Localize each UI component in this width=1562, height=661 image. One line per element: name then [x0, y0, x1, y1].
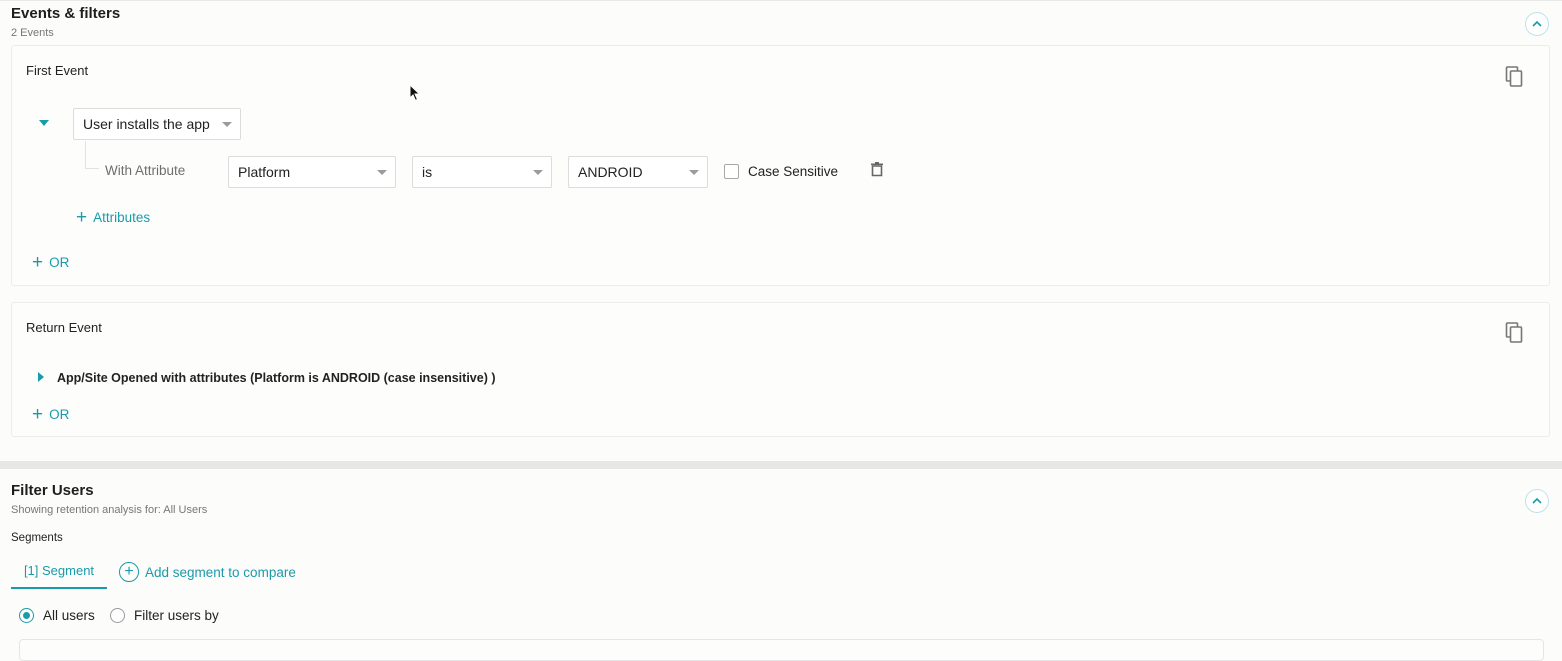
add-or-label: OR: [49, 407, 70, 422]
operator-select[interactable]: is: [412, 156, 552, 188]
segment-filter-panel: [19, 639, 1544, 661]
first-event-card: First Event User installs the app With A…: [11, 45, 1550, 286]
caret-right-icon[interactable]: [38, 372, 44, 382]
operator-select-value: is: [422, 164, 433, 180]
tree-connector: [85, 141, 86, 169]
filter-users-label: Filter users by: [134, 608, 219, 623]
plus-icon: +: [32, 403, 44, 425]
value-select-value: ANDROID: [578, 164, 643, 180]
attribute-select[interactable]: Platform: [228, 156, 396, 188]
all-users-label: All users: [43, 608, 95, 623]
collapse-events-button[interactable]: [1525, 12, 1549, 36]
plus-icon: +: [76, 206, 88, 228]
return-event-summary[interactable]: App/Site Opened with attributes (Platfor…: [57, 371, 496, 385]
caret-down-icon: [533, 170, 543, 175]
section-title: Filter Users: [11, 482, 94, 499]
add-attributes-link[interactable]: + Attributes: [76, 206, 151, 228]
tree-connector: [85, 168, 99, 169]
section-subtitle: 2 Events: [11, 27, 54, 39]
add-or-link[interactable]: + OR: [32, 251, 70, 273]
add-segment-button[interactable]: + Add segment to compare: [119, 562, 296, 582]
chevron-up-icon: [1532, 497, 1542, 504]
segments-label: Segments: [11, 532, 63, 544]
collapse-filter-users-button[interactable]: [1525, 489, 1549, 513]
section-title: Events & filters: [11, 5, 121, 22]
add-attributes-label: Attributes: [93, 210, 151, 225]
copy-icon[interactable]: [1505, 322, 1525, 344]
filter-users-radio[interactable]: [110, 608, 125, 623]
add-or-link[interactable]: + OR: [32, 403, 70, 425]
caret-down-icon: [377, 170, 387, 175]
events-filters-section: Events & filters 2 Events First Event Us…: [0, 0, 1562, 462]
event-select[interactable]: User installs the app: [73, 108, 241, 140]
case-sensitive-checkbox[interactable]: [724, 164, 739, 179]
add-segment-label: Add segment to compare: [145, 564, 296, 580]
section-divider: [0, 461, 1562, 469]
plus-circle-icon: +: [119, 562, 139, 582]
plus-icon: +: [32, 251, 44, 273]
value-select[interactable]: ANDROID: [568, 156, 708, 188]
return-event-card: Return Event App/Site Opened with attrib…: [11, 302, 1550, 437]
chevron-up-icon: [1532, 20, 1542, 27]
case-sensitive-label: Case Sensitive: [748, 164, 839, 179]
with-attribute-label: With Attribute: [105, 163, 186, 178]
mouse-cursor-icon: [409, 84, 421, 102]
copy-icon[interactable]: [1505, 66, 1525, 88]
caret-down-icon: [689, 170, 699, 175]
tab-segment-label: [1] Segment: [23, 563, 95, 578]
first-event-title: First Event: [26, 63, 89, 78]
section-subtitle: Showing retention analysis for: All User…: [11, 504, 208, 516]
attribute-select-value: Platform: [238, 164, 291, 180]
return-event-title: Return Event: [26, 320, 102, 335]
add-or-label: OR: [49, 255, 70, 270]
filter-users-section: Filter Users Showing retention analysis …: [0, 469, 1562, 661]
event-select-value: User installs the app: [83, 116, 210, 132]
all-users-radio[interactable]: [19, 608, 34, 623]
caret-down-icon: [222, 122, 232, 127]
caret-down-icon[interactable]: [39, 120, 49, 126]
trash-icon[interactable]: [871, 162, 883, 177]
tab-segment-1[interactable]: [1] Segment: [11, 555, 107, 589]
